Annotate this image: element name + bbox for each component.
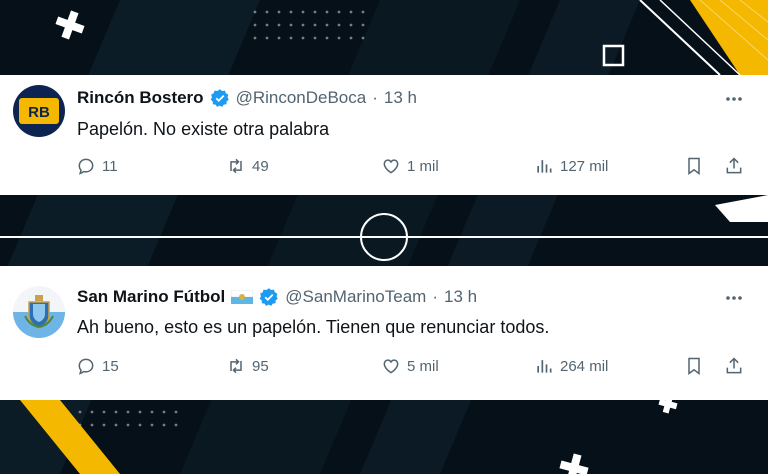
avatar-initials: RB <box>28 104 50 121</box>
more-icon[interactable] <box>724 288 744 308</box>
retweet-count: 49 <box>252 157 269 175</box>
tweet-card[interactable]: San Marino Fútbol @SanMarinoTeam · 13 h … <box>0 266 768 400</box>
bookmark-icon <box>688 157 700 175</box>
tweet-card[interactable]: RB Rincón Bostero @RinconDeBoca · 13 h P… <box>0 75 768 195</box>
reply-button[interactable]: 11 <box>76 156 118 176</box>
more-icon[interactable] <box>724 89 744 109</box>
timestamp[interactable]: 13 h <box>384 88 417 108</box>
share-icon <box>726 157 742 174</box>
tweet-text: Papelón. No existe otra palabra <box>77 119 330 139</box>
bookmark-icon <box>688 357 700 375</box>
tweet-actions: 15 95 5 mil 264 mil <box>0 356 768 380</box>
retweet-button[interactable]: 49 <box>226 156 269 176</box>
like-button[interactable]: 5 mil <box>381 356 439 376</box>
san-marino-flag-icon <box>231 290 254 304</box>
views-count: 127 mil <box>560 157 609 175</box>
reply-icon <box>78 358 94 375</box>
like-count: 5 mil <box>407 357 439 375</box>
bookmark-button[interactable] <box>684 356 704 376</box>
retweet-icon <box>230 358 242 374</box>
background-graphic <box>0 0 768 474</box>
author-name[interactable]: Rincón Bostero <box>77 88 204 108</box>
reply-icon <box>78 158 94 175</box>
share-button[interactable] <box>724 156 744 176</box>
views-icon <box>537 160 552 173</box>
avatar[interactable]: RB <box>13 85 65 137</box>
bookmark-button[interactable] <box>684 156 704 176</box>
tweet-text: Ah bueno, esto es un papelón. Tienen que… <box>77 317 550 337</box>
share-icon <box>726 357 742 374</box>
avatar[interactable] <box>13 286 65 338</box>
separator-dot: · <box>372 88 378 107</box>
author-handle[interactable]: @RinconDeBoca <box>236 88 367 108</box>
views-count: 264 mil <box>560 357 609 375</box>
separator-dot: · <box>432 287 438 306</box>
tweet-header: San Marino Fútbol @SanMarinoTeam · 13 h <box>77 287 477 307</box>
views-icon <box>537 360 552 373</box>
verified-badge-icon <box>260 288 279 306</box>
like-count: 1 mil <box>407 157 439 175</box>
retweet-count: 95 <box>252 357 269 375</box>
san-marino-crest-icon <box>13 286 65 338</box>
reply-count: 11 <box>102 157 118 175</box>
timestamp[interactable]: 13 h <box>444 287 477 307</box>
author-handle[interactable]: @SanMarinoTeam <box>285 287 426 307</box>
views-button[interactable]: 264 mil <box>534 356 608 376</box>
reply-button[interactable]: 15 <box>76 356 119 376</box>
verified-badge-icon <box>210 89 229 107</box>
like-icon <box>383 159 399 174</box>
retweet-icon <box>230 158 242 174</box>
retweet-button[interactable]: 95 <box>226 356 269 376</box>
share-button[interactable] <box>724 356 744 376</box>
like-button[interactable]: 1 mil <box>381 156 439 176</box>
views-button[interactable]: 127 mil <box>534 156 608 176</box>
rincon-bostero-logo-icon: RB <box>13 85 65 137</box>
tweet-header: Rincón Bostero @RinconDeBoca · 13 h <box>77 88 417 108</box>
reply-count: 15 <box>102 357 119 375</box>
background <box>0 0 768 474</box>
author-name[interactable]: San Marino Fútbol <box>77 287 225 307</box>
like-icon <box>383 359 399 374</box>
tweet-actions: 11 49 1 mil 127 mil <box>0 156 768 180</box>
